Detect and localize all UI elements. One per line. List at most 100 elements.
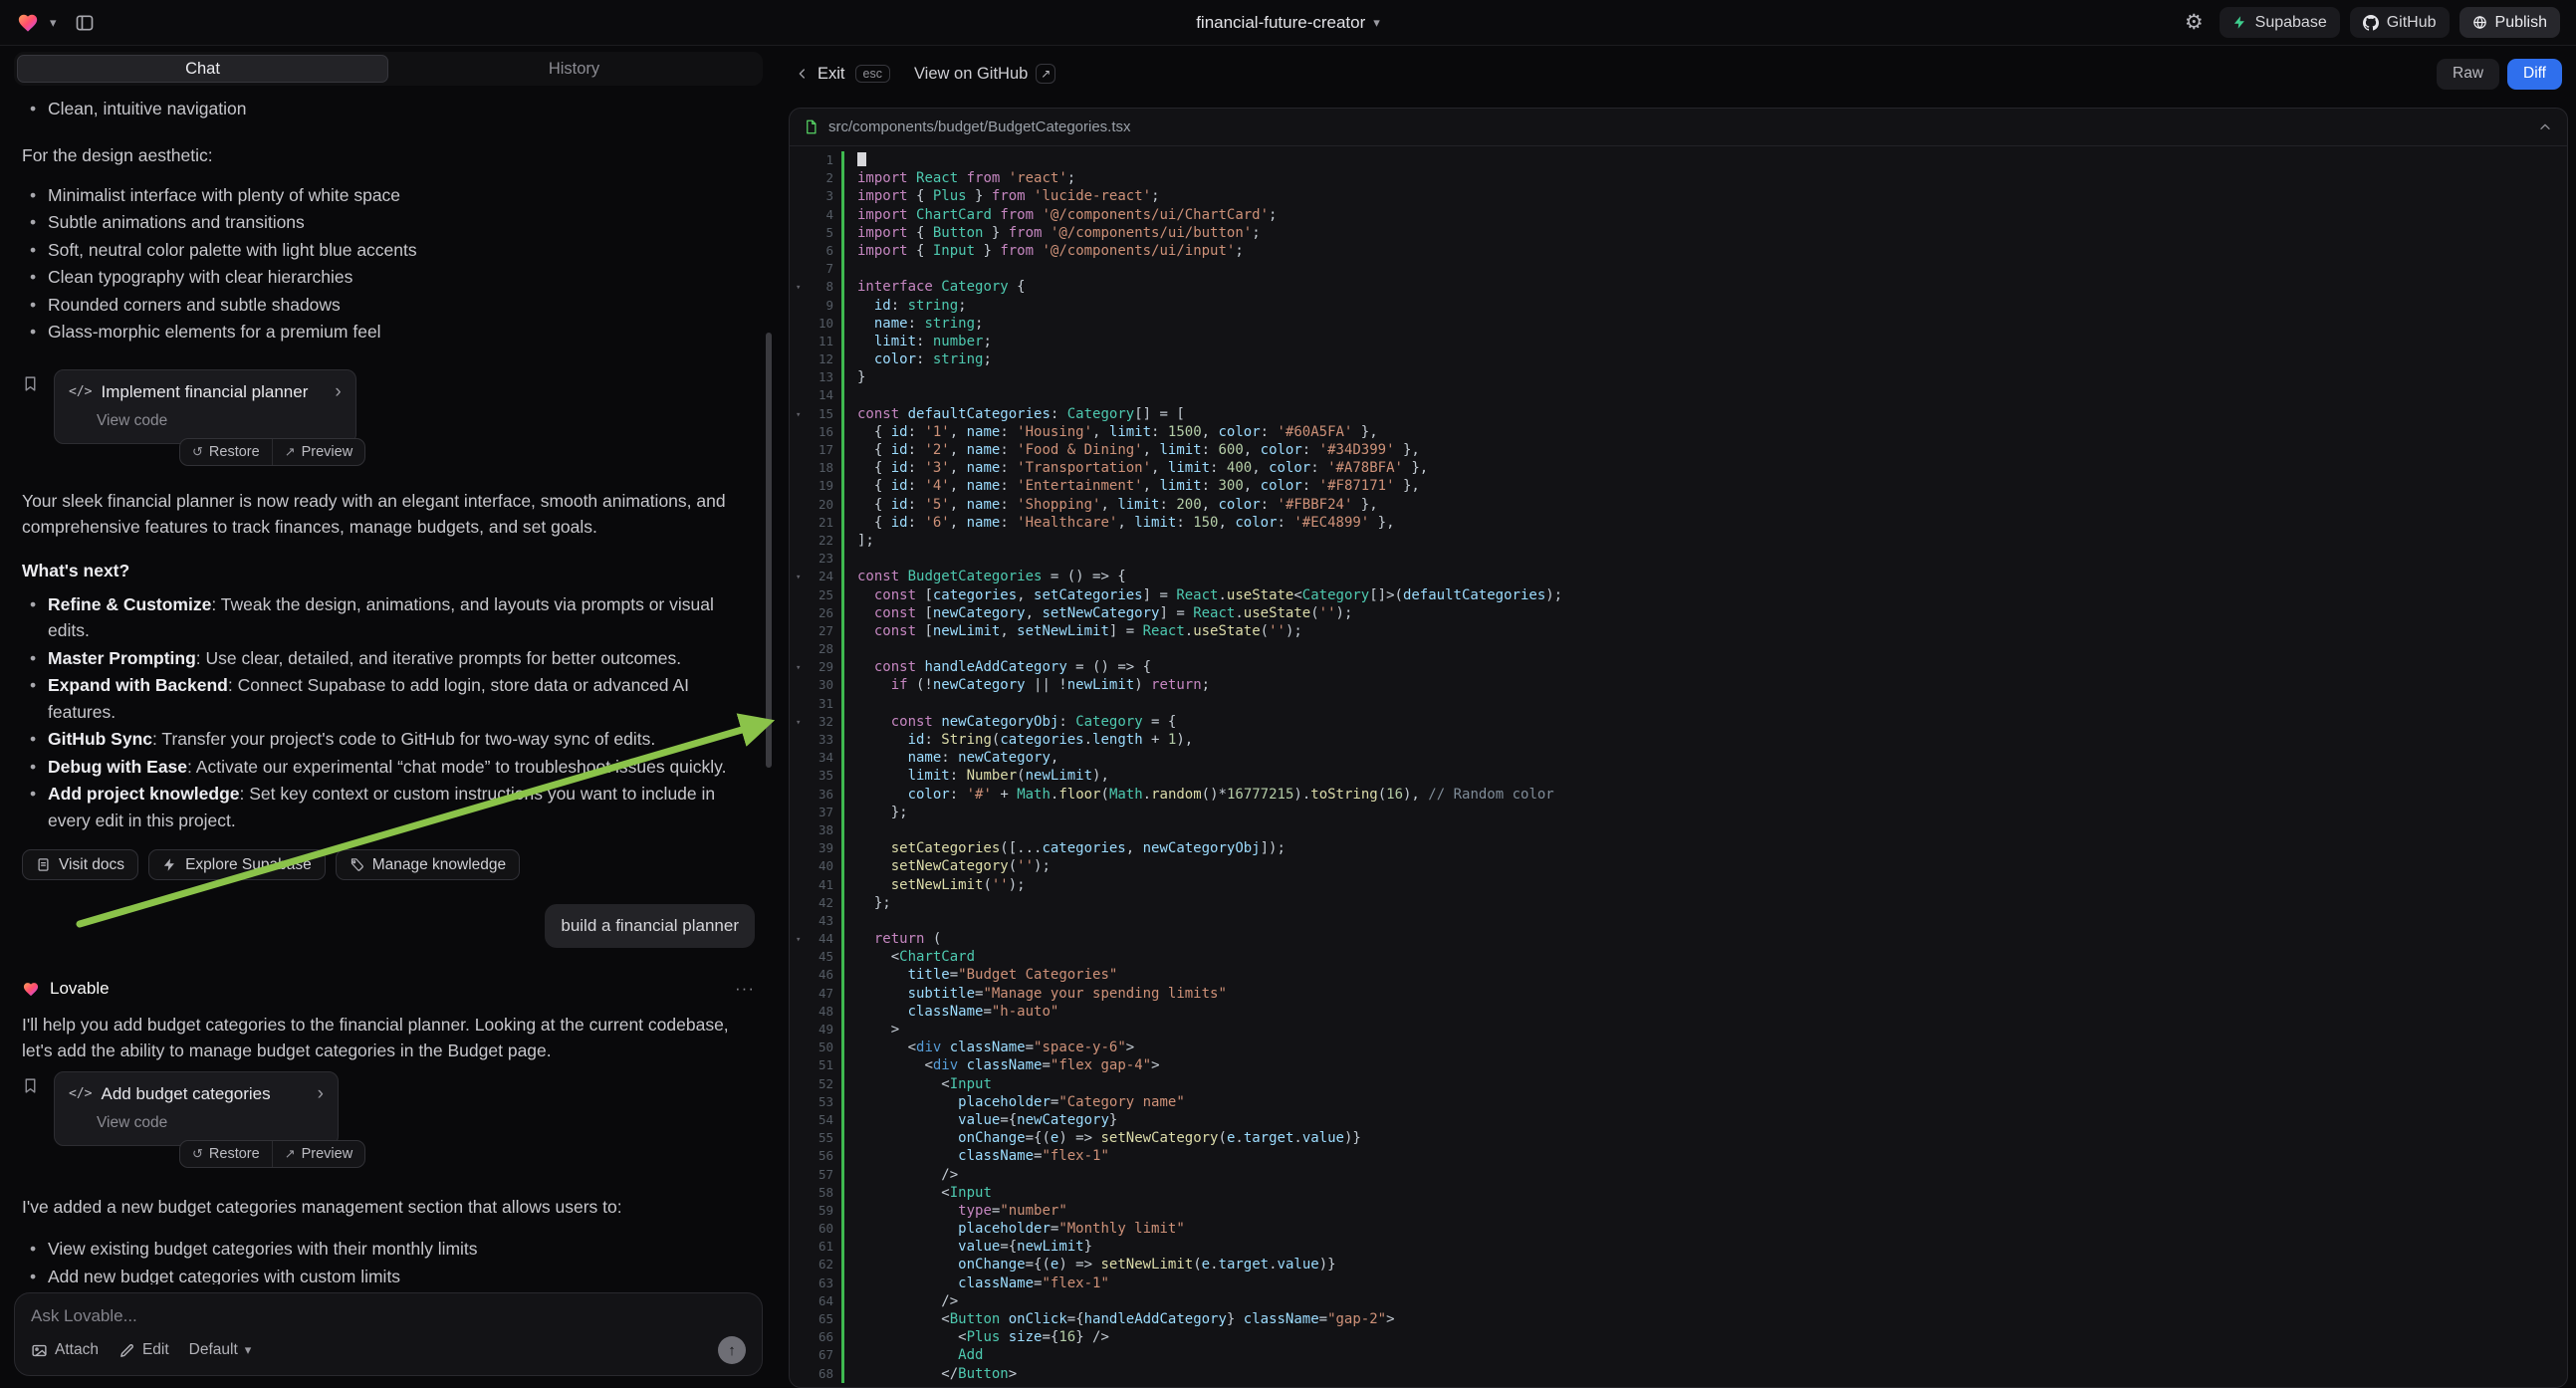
added-bullets: View existing budget categories with the… (22, 1236, 755, 1284)
line-number: 30 (790, 676, 841, 694)
code-line: 9 id: string; (790, 297, 2567, 315)
diff-tab-button[interactable]: Diff (2507, 59, 2562, 90)
code-line: 62 onChange={(e) => setNewLimit(e.target… (790, 1256, 2567, 1273)
edit-card-add-budget-categories[interactable]: </> Add budget categories › View code (54, 1071, 339, 1146)
lovable-heart-icon (22, 981, 40, 998)
code-text: Add (844, 1346, 983, 1364)
code-text: <div className="flex gap-4"> (844, 1056, 1160, 1074)
code-text: placeholder="Category name" (844, 1093, 1185, 1111)
code-line: 34 name: newCategory, (790, 749, 2567, 767)
code-line: 35 limit: Number(newLimit), (790, 767, 2567, 785)
explore-supabase-button[interactable]: Explore Supabase (148, 849, 326, 880)
line-number: 28 (790, 640, 841, 658)
fold-chevron-icon[interactable]: ▾ (796, 569, 801, 586)
code-line: 43 (790, 912, 2567, 930)
github-button[interactable]: GitHub (2350, 7, 2450, 38)
restore-button[interactable]: ↺ Restore (180, 439, 272, 465)
code-text: onChange={(e) => setNewCategory(e.target… (844, 1129, 1361, 1147)
message-menu-icon[interactable]: ··· (735, 976, 755, 1002)
line-number: 46 (790, 966, 841, 984)
fold-chevron-icon[interactable]: ▾ (796, 931, 801, 949)
lovable-logo-icon[interactable] (16, 12, 40, 34)
list-item: Debug with Ease: Activate our experiment… (22, 754, 755, 781)
code-line: 48 className="h-auto" (790, 1003, 2567, 1021)
edit-card-row: </> Implement financial planner › View c… (22, 369, 755, 444)
model-selector[interactable]: Default ▾ (189, 1341, 252, 1359)
code-line: 29▾ const handleAddCategory = () => { (790, 658, 2567, 676)
code-line: 42 }; (790, 894, 2567, 912)
code-line: 53 placeholder="Category name" (790, 1093, 2567, 1111)
code-panel: Exit esc View on GitHub ↗ Raw Diff src/c… (777, 46, 2576, 1388)
code-text (844, 821, 857, 839)
code-line: 2import React from 'react'; (790, 169, 2567, 187)
file-path: src/components/budget/BudgetCategories.t… (828, 118, 1131, 135)
edit-card-title: Add budget categories (101, 1081, 308, 1107)
code-text (844, 640, 857, 658)
workspace-chevron-down-icon[interactable]: ▾ (50, 15, 57, 31)
collapse-chevron-up-icon[interactable] (2537, 119, 2553, 135)
code-line: 40 setNewCategory(''); (790, 857, 2567, 875)
visit-docs-button[interactable]: Visit docs (22, 849, 138, 880)
panel-toggle-icon[interactable] (75, 13, 95, 33)
view-code-link[interactable]: View code (69, 408, 342, 434)
fold-chevron-icon[interactable]: ▾ (796, 714, 801, 732)
send-button[interactable]: ↑ (718, 1336, 746, 1364)
whats-next-heading: What's next? (22, 558, 755, 583)
fold-chevron-icon[interactable]: ▾ (796, 279, 801, 297)
fold-chevron-icon[interactable]: ▾ (796, 406, 801, 424)
code-text: } (844, 368, 865, 386)
supabase-button[interactable]: Supabase (2220, 7, 2340, 38)
code-line: 5import { Button } from '@/components/ui… (790, 224, 2567, 242)
line-number: 10 (790, 315, 841, 333)
code-line: 68 </Button> (790, 1365, 2567, 1383)
preview-button[interactable]: ↗ Preview (273, 439, 364, 465)
attach-button[interactable]: Attach (31, 1341, 99, 1359)
line-number: 53 (790, 1093, 841, 1111)
line-number: 20 (790, 496, 841, 514)
line-number: 9 (790, 297, 841, 315)
publish-button[interactable]: Publish (2459, 7, 2560, 38)
assistant-name: Lovable (50, 976, 110, 1002)
code-text (844, 151, 866, 169)
code-line: 63 className="flex-1" (790, 1274, 2567, 1292)
settings-gear-icon[interactable]: ⚙ (2179, 12, 2210, 33)
bookmark-icon[interactable] (22, 1077, 46, 1094)
code-text: import { Input } from '@/components/ui/i… (844, 242, 1244, 260)
restore-icon: ↺ (192, 1146, 203, 1162)
edit-card-implement-financial-planner[interactable]: </> Implement financial planner › View c… (54, 369, 356, 444)
code-text: import React from 'react'; (844, 169, 1075, 187)
chat-input[interactable] (31, 1306, 746, 1326)
line-number: 27 (790, 622, 841, 640)
code-text: id: String(categories.length + 1), (844, 731, 1193, 749)
code-line: 31 (790, 695, 2567, 713)
tab-chat[interactable]: Chat (17, 55, 388, 83)
manage-knowledge-button[interactable]: Manage knowledge (336, 849, 520, 880)
code-toolbar: Exit esc View on GitHub ↗ Raw Diff (789, 46, 2568, 102)
exit-button[interactable]: Exit (795, 65, 845, 84)
bookmark-icon[interactable] (22, 375, 46, 392)
edit-mode-button[interactable]: Edit (118, 1341, 169, 1359)
project-name-button[interactable]: financial-future-creator ▾ (1196, 13, 1380, 33)
code-text: <ChartCard (844, 948, 975, 966)
line-number: 47 (790, 985, 841, 1003)
tab-history[interactable]: History (388, 55, 760, 83)
line-number: 12 (790, 350, 841, 368)
view-code-link[interactable]: View code (69, 1110, 324, 1136)
line-number: 25 (790, 586, 841, 604)
quick-actions: Visit docs Explore Supabase Manage knowl… (22, 849, 755, 880)
code-line: 25 const [categories, setCategories] = R… (790, 586, 2567, 604)
view-on-github-link[interactable]: View on GitHub ↗ (914, 64, 1055, 84)
list-item: View existing budget categories with the… (22, 1236, 755, 1263)
line-number: 21 (790, 514, 841, 532)
restore-button[interactable]: ↺ Restore (180, 1141, 272, 1167)
code-text: color: string; (844, 350, 992, 368)
code-text: <Input (844, 1184, 992, 1202)
line-number: 34 (790, 749, 841, 767)
restore-preview-bar: ↺ Restore ↗ Preview (179, 1140, 365, 1168)
file-header[interactable]: src/components/budget/BudgetCategories.t… (790, 109, 2567, 146)
raw-tab-button[interactable]: Raw (2437, 59, 2499, 90)
fold-chevron-icon[interactable]: ▾ (796, 659, 801, 677)
list-item: Rounded corners and subtle shadows (22, 292, 755, 319)
chat-scrollbar[interactable] (766, 333, 772, 768)
preview-button[interactable]: ↗ Preview (273, 1141, 364, 1167)
